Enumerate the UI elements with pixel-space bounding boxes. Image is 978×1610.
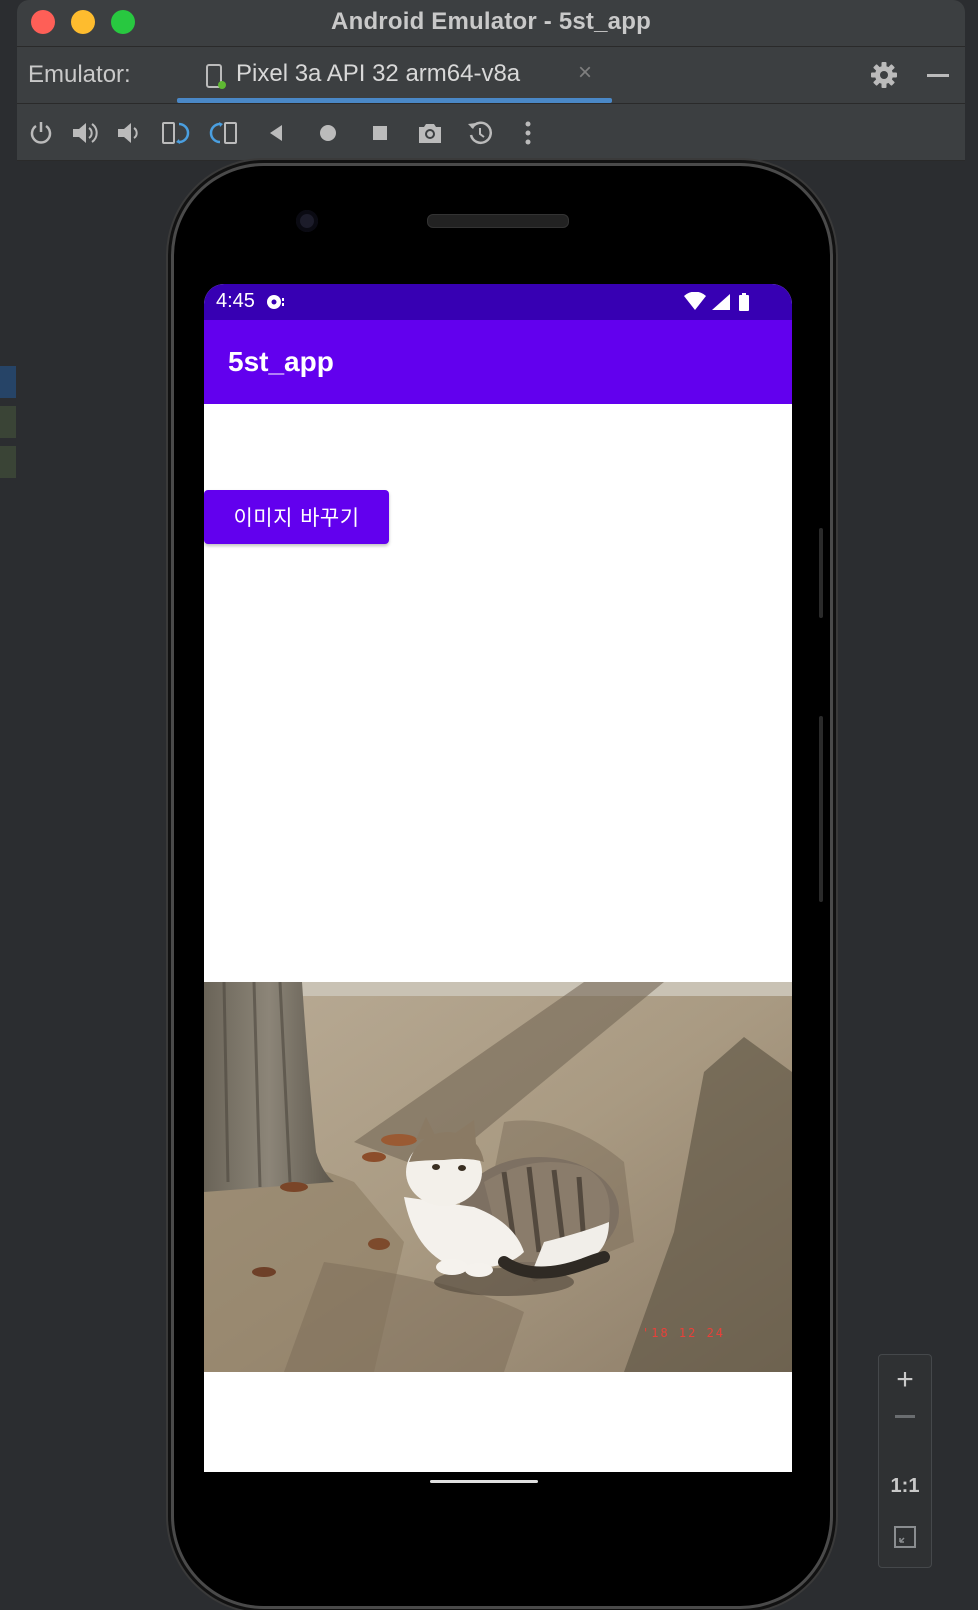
- volume-down-icon[interactable]: [112, 118, 142, 148]
- back-icon[interactable]: [262, 118, 292, 148]
- background-highlight: [0, 446, 16, 478]
- title-bar: Android Emulator - 5st_app: [17, 0, 965, 47]
- tab-bar: Emulator: Pixel 3a API 32 arm64-v8a ×: [17, 47, 965, 104]
- home-icon[interactable]: [313, 118, 343, 148]
- gear-icon[interactable]: [869, 60, 899, 90]
- background-ide-right-edge: [966, 0, 978, 1610]
- home-indicator[interactable]: [430, 1480, 538, 1483]
- volume-up-icon[interactable]: [69, 118, 99, 148]
- zoom-fit-icon[interactable]: [879, 1525, 931, 1554]
- status-bar: 4:45: [204, 284, 792, 320]
- zoom-out-button[interactable]: [879, 1415, 931, 1418]
- more-icon[interactable]: [513, 118, 543, 148]
- background-ide-left-edge: [0, 0, 18, 1610]
- app-title: 5st_app: [228, 346, 334, 377]
- cat-photo: '18 12 24: [204, 982, 792, 1372]
- phone-frame: 4:45 5st_app 이미지 바꾸기 '18 12 24: [174, 166, 830, 1606]
- front-camera: [296, 210, 318, 232]
- battery-icon: [739, 295, 749, 311]
- window-title: Android Emulator - 5st_app: [331, 8, 651, 35]
- photo-date-stamp: '18 12 24: [642, 1326, 725, 1340]
- rotate-left-icon[interactable]: [160, 118, 190, 148]
- background-highlight: [0, 366, 16, 398]
- overview-icon[interactable]: [365, 118, 395, 148]
- camera-icon[interactable]: [415, 118, 445, 148]
- change-image-button[interactable]: 이미지 바꾸기: [204, 490, 389, 544]
- zoom-actual-size-button[interactable]: 1:1: [879, 1475, 931, 1498]
- app-bar: 5st_app: [204, 320, 792, 404]
- minimize-panel-icon[interactable]: [927, 74, 949, 77]
- wifi-icon: [684, 292, 706, 310]
- zoom-controls: + 1:1: [878, 1354, 932, 1568]
- device-icon: [206, 64, 226, 89]
- status-time: 4:45: [216, 290, 255, 312]
- emulator-toolbar: [17, 104, 965, 161]
- zoom-in-button[interactable]: +: [879, 1363, 931, 1397]
- active-tab-indicator: [177, 98, 612, 103]
- device-screen[interactable]: 4:45 5st_app 이미지 바꾸기 '18 12 24: [204, 284, 792, 1472]
- emulator-label: Emulator:: [28, 61, 131, 88]
- phone-volume-key: [819, 716, 823, 902]
- earpiece-speaker: [427, 214, 569, 228]
- close-tab-icon[interactable]: ×: [578, 59, 592, 87]
- status-icons: [684, 292, 749, 311]
- power-icon[interactable]: [26, 118, 56, 148]
- snapshot-icon[interactable]: [465, 118, 495, 148]
- tab-title: Pixel 3a API 32 arm64-v8a: [236, 60, 521, 87]
- tab-device[interactable]: Pixel 3a API 32 arm64-v8a ×: [160, 47, 612, 103]
- background-highlight: [0, 406, 16, 438]
- phone-power-key: [819, 528, 823, 618]
- notification-icon: [267, 295, 284, 309]
- rotate-right-icon[interactable]: [209, 118, 239, 148]
- signal-icon: [712, 294, 730, 310]
